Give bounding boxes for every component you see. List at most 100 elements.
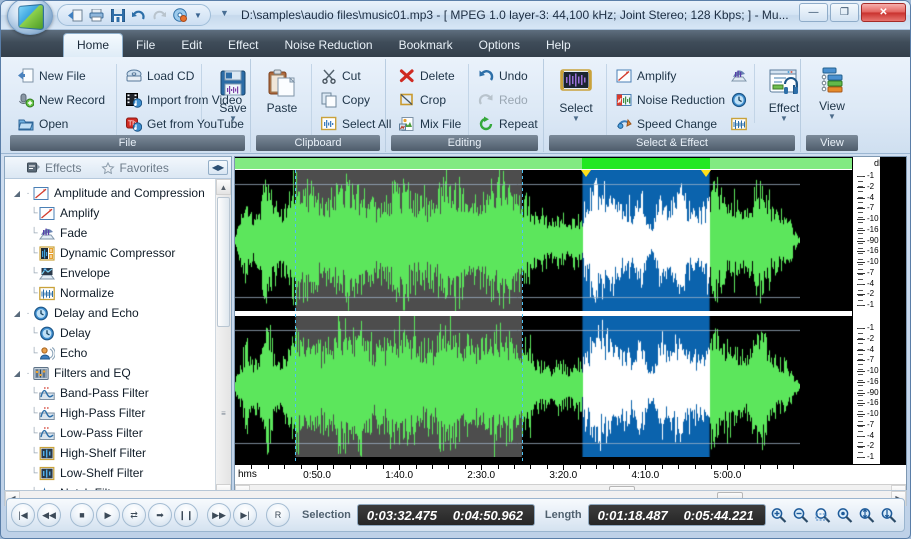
zoom-vertical-in-button[interactable] <box>857 506 876 525</box>
sidebar-tab-favorites[interactable]: Favorites <box>101 160 169 175</box>
redo-icon[interactable] <box>150 6 169 24</box>
waveform-canvas[interactable] <box>235 157 852 464</box>
record-button[interactable]: R <box>266 503 290 527</box>
copy-button[interactable]: Copy <box>316 88 387 111</box>
delay-quick-button[interactable] <box>728 88 748 111</box>
waveform-channel-left[interactable] <box>235 170 800 311</box>
view-caret-icon[interactable]: ▼ <box>828 113 836 121</box>
play-button[interactable]: ▶ <box>96 503 120 527</box>
noise-reduction-button[interactable]: Noise Reduction <box>611 88 725 111</box>
print-icon[interactable] <box>87 6 106 24</box>
zoom-vertical-out-button[interactable] <box>879 506 898 525</box>
waveform-display[interactable]: dB -1-2-4-7-10-16-90-16-10-7-4-2-1-1-2-4… <box>235 157 906 464</box>
tab-effect[interactable]: Effect <box>215 34 271 57</box>
tree-leaf-node[interactable]: └ Dynamic Compressor <box>5 243 231 263</box>
paste-label: Paste <box>266 101 298 115</box>
skip-to-end-button[interactable]: ▶| <box>233 503 257 527</box>
sidebar-nav-arrows[interactable]: ◀▶ <box>208 160 228 175</box>
save-icon[interactable] <box>108 6 127 24</box>
repeat-button[interactable]: Repeat <box>473 112 538 135</box>
select-caret-icon[interactable]: ▼ <box>572 115 580 123</box>
rewind-button[interactable]: ◀◀ <box>37 503 61 527</box>
tree-leaf-node[interactable]: └ Amplify <box>5 203 231 223</box>
tree-connector: └ <box>30 447 38 459</box>
tree-expand-twisty[interactable]: ◢ <box>11 369 23 378</box>
crop-button[interactable]: Crop <box>394 88 462 111</box>
step-forward-button[interactable]: ➡ <box>148 503 172 527</box>
db-tick-label: -4 <box>867 430 875 440</box>
view-button[interactable]: View ▼ <box>806 64 858 121</box>
select-button[interactable]: Select ▼ <box>552 66 600 123</box>
tree-leaf-node[interactable]: └ Band-Pass Filter <box>5 383 231 403</box>
close-button[interactable]: ✕ <box>861 3 906 22</box>
length-selection-value: 0:01:18.487 <box>597 507 668 523</box>
db-scale: dB -1-2-4-7-10-16-90-16-10-7-4-2-1-1-2-4… <box>852 157 906 464</box>
skip-to-start-button[interactable]: |◀ <box>11 503 35 527</box>
tab-options[interactable]: Options <box>466 34 533 57</box>
sidebar-tab-favorites-label: Favorites <box>119 160 169 175</box>
tree-leaf-node[interactable]: └ Low-Shelf Filter <box>5 463 231 483</box>
zoom-to-selection-button[interactable] <box>813 506 832 525</box>
open-button[interactable]: Open <box>13 112 110 135</box>
mix-file-button[interactable]: Mix File <box>394 112 462 135</box>
tab-edit[interactable]: Edit <box>168 34 215 57</box>
undo-button[interactable]: Undo <box>473 64 538 87</box>
load-cd-button[interactable]: Load CD <box>121 64 195 87</box>
tree-leaf-node[interactable]: └ Fade <box>5 223 231 243</box>
time-ruler[interactable]: hms 0:50.0 1:40.0 2:30.0 3:20.0 4:10.0 5:00.0 <box>235 464 906 484</box>
cut-button[interactable]: Cut <box>316 64 387 87</box>
amplify-button[interactable]: Amplify <box>611 64 718 87</box>
new-record-button[interactable]: New Record <box>13 88 110 111</box>
save-caret-icon[interactable]: ▼ <box>229 115 237 123</box>
normalize-quick-button[interactable] <box>728 112 748 135</box>
undo-icon[interactable] <box>129 6 148 24</box>
select-all-button[interactable]: Select All <box>316 112 391 135</box>
tree-scroll-up-arrow[interactable]: ▲ <box>216 179 231 195</box>
delete-button[interactable]: Delete <box>394 64 462 87</box>
zoom-in-button[interactable] <box>769 506 788 525</box>
burn-cd-icon[interactable] <box>171 6 190 24</box>
tree-expand-twisty[interactable]: ◢ <box>11 309 23 318</box>
length-time-display[interactable]: 0:01:18.487 0:05:44.221 <box>587 504 766 526</box>
fast-forward-button[interactable]: ▶▶ <box>207 503 231 527</box>
get-from-youtube-button[interactable]: Tb Get from YouTube <box>121 112 244 135</box>
waveform-overview-bar[interactable] <box>235 157 852 170</box>
tree-scroll-thumb[interactable] <box>217 197 230 327</box>
import-from-video-button[interactable]: Import from Video <box>121 88 242 111</box>
tree-group-node[interactable]: ◢ · Filters and EQ <box>5 363 231 383</box>
speed-change-button[interactable]: Speed Change <box>611 112 718 135</box>
tab-noise-reduction[interactable]: Noise Reduction <box>272 34 386 57</box>
paste-button[interactable]: Paste <box>259 66 305 115</box>
tree-leaf-node[interactable]: └ Delay <box>5 323 231 343</box>
selection-time-display[interactable]: 0:03:32.475 0:04:50.962 <box>356 504 535 526</box>
tree-leaf-node[interactable]: └ Envelope <box>5 263 231 283</box>
tree-leaf-node[interactable]: └ High-Pass Filter <box>5 403 231 423</box>
zoom-out-button[interactable] <box>791 506 810 525</box>
tree-group-node[interactable]: ◢ · Delay and Echo <box>5 303 231 323</box>
waveform-channel-right[interactable] <box>235 316 800 457</box>
sidebar-tab-effects[interactable]: Effects <box>27 161 81 175</box>
effect-caret-icon[interactable]: ▼ <box>780 115 788 123</box>
tree-leaf-node[interactable]: └ Low-Pass Filter <box>5 423 231 443</box>
new-file-button[interactable]: New File <box>13 64 110 87</box>
minimize-button[interactable]: — <box>799 3 828 22</box>
tree-expand-twisty[interactable]: ◢ <box>11 189 23 198</box>
quick-access-overflow-caret[interactable]: ▼ <box>220 8 229 18</box>
tab-file[interactable]: File <box>123 34 168 57</box>
tab-help[interactable]: Help <box>533 34 584 57</box>
zoom-to-fit-button[interactable] <box>835 506 854 525</box>
tree-scrollbar[interactable]: ▲ ≡ ▼ <box>215 179 231 500</box>
loop-button[interactable]: ⇄ <box>122 503 146 527</box>
stop-button[interactable]: ■ <box>70 503 94 527</box>
tab-home[interactable]: Home <box>63 33 124 57</box>
export-icon[interactable] <box>66 6 85 24</box>
maximize-button[interactable]: ❐ <box>830 3 859 22</box>
pause-button[interactable]: ❙❙ <box>174 503 198 527</box>
tree-leaf-node[interactable]: └ Normalize <box>5 283 231 303</box>
tree-leaf-node[interactable]: └ High-Shelf Filter <box>5 443 231 463</box>
quick-access-dropdown-caret[interactable]: ▼ <box>192 11 204 20</box>
tree-leaf-node[interactable]: └ Echo <box>5 343 231 363</box>
tab-bookmark[interactable]: Bookmark <box>386 34 466 57</box>
fade-quick-button[interactable] <box>728 64 748 87</box>
tree-group-node[interactable]: ◢ · Amplitude and Compression <box>5 183 231 203</box>
